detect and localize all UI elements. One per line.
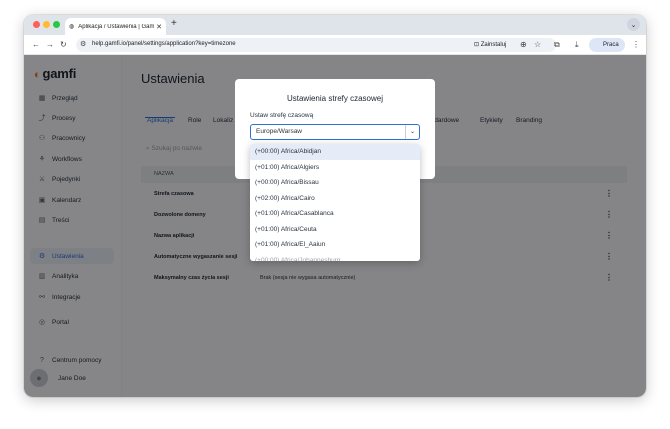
tab-search-icon[interactable]: ⌄ (627, 18, 640, 31)
timezone-option[interactable]: (+01:00) Africa/Ceuta (250, 222, 420, 238)
timezone-field-label: Ustaw strefę czasową (250, 112, 314, 119)
site-settings-icon[interactable]: ⚙ (80, 39, 86, 51)
browser-tab-title: Aplikacja / Ustawienia | Gamfi (78, 23, 154, 30)
chevron-down-icon[interactable]: ⌄ (405, 125, 419, 139)
new-tab-icon[interactable]: + (171, 18, 177, 29)
browser-toolbar: ← → ↻ ⚙ help.gamfi.io/panel/settings/app… (24, 35, 646, 55)
profile-button[interactable]: Praca (589, 38, 625, 52)
profile-label: Praca (603, 42, 619, 48)
maximize-window-button[interactable] (53, 21, 60, 28)
timezone-select-value: Europe/Warsaw (256, 128, 302, 135)
close-tab-icon[interactable]: ✕ (154, 23, 164, 31)
browser-window: ◍ Aplikacja / Ustawienia | Gamfi ✕ + ⌄ ←… (24, 15, 646, 397)
forward-icon[interactable]: → (46, 39, 54, 51)
timezone-option[interactable]: (+01:00) Africa/Algiers (250, 160, 420, 176)
minimize-window-button[interactable] (43, 21, 50, 28)
reload-icon[interactable]: ↻ (60, 39, 67, 51)
browser-tab-bar: ◍ Aplikacja / Ustawienia | Gamfi ✕ + ⌄ (24, 15, 646, 35)
close-window-button[interactable] (33, 21, 40, 28)
favicon-icon: ◍ (69, 24, 75, 30)
back-icon[interactable]: ← (32, 39, 40, 51)
install-button[interactable]: ⊡ Zainstaluj (474, 41, 506, 48)
timezone-option[interactable]: (+00:00) Africa/Johannesburg (250, 253, 420, 262)
browser-menu-icon[interactable]: ⋮ (632, 39, 640, 51)
download-icon[interactable]: ⤓ (575, 39, 579, 51)
timezone-option[interactable]: (+01:00) Africa/El_Aaiun (250, 237, 420, 253)
url-text: help.gamfi.io/panel/settings/application… (92, 41, 236, 47)
timezone-option[interactable]: (+01:00) Africa/Casablanca (250, 206, 420, 222)
address-bar[interactable]: ⚙ help.gamfi.io/panel/settings/applicati… (76, 38, 556, 52)
timezone-option[interactable]: (+02:00) Africa/Cairo (250, 191, 420, 207)
timezone-option[interactable]: (+00:00) Africa/Abidjan (250, 144, 420, 160)
zoom-icon[interactable]: ⊕ (520, 39, 527, 51)
install-label: Zainstaluj (480, 42, 507, 48)
extensions-icon[interactable]: ⧉ (554, 39, 560, 51)
modal-title: Ustawienia strefy czasowej (286, 94, 384, 103)
timezone-select[interactable]: Europe/Warsaw ⌄ (250, 124, 420, 140)
bookmark-star-icon[interactable]: ☆ (534, 39, 541, 51)
browser-tab[interactable]: ◍ Aplikacja / Ustawienia | Gamfi ✕ (65, 18, 166, 35)
timezone-option[interactable]: (+00:00) Africa/Bissau (250, 175, 420, 191)
timezone-dropdown: (+00:00) Africa/Abidjan (+01:00) Africa/… (250, 144, 420, 261)
